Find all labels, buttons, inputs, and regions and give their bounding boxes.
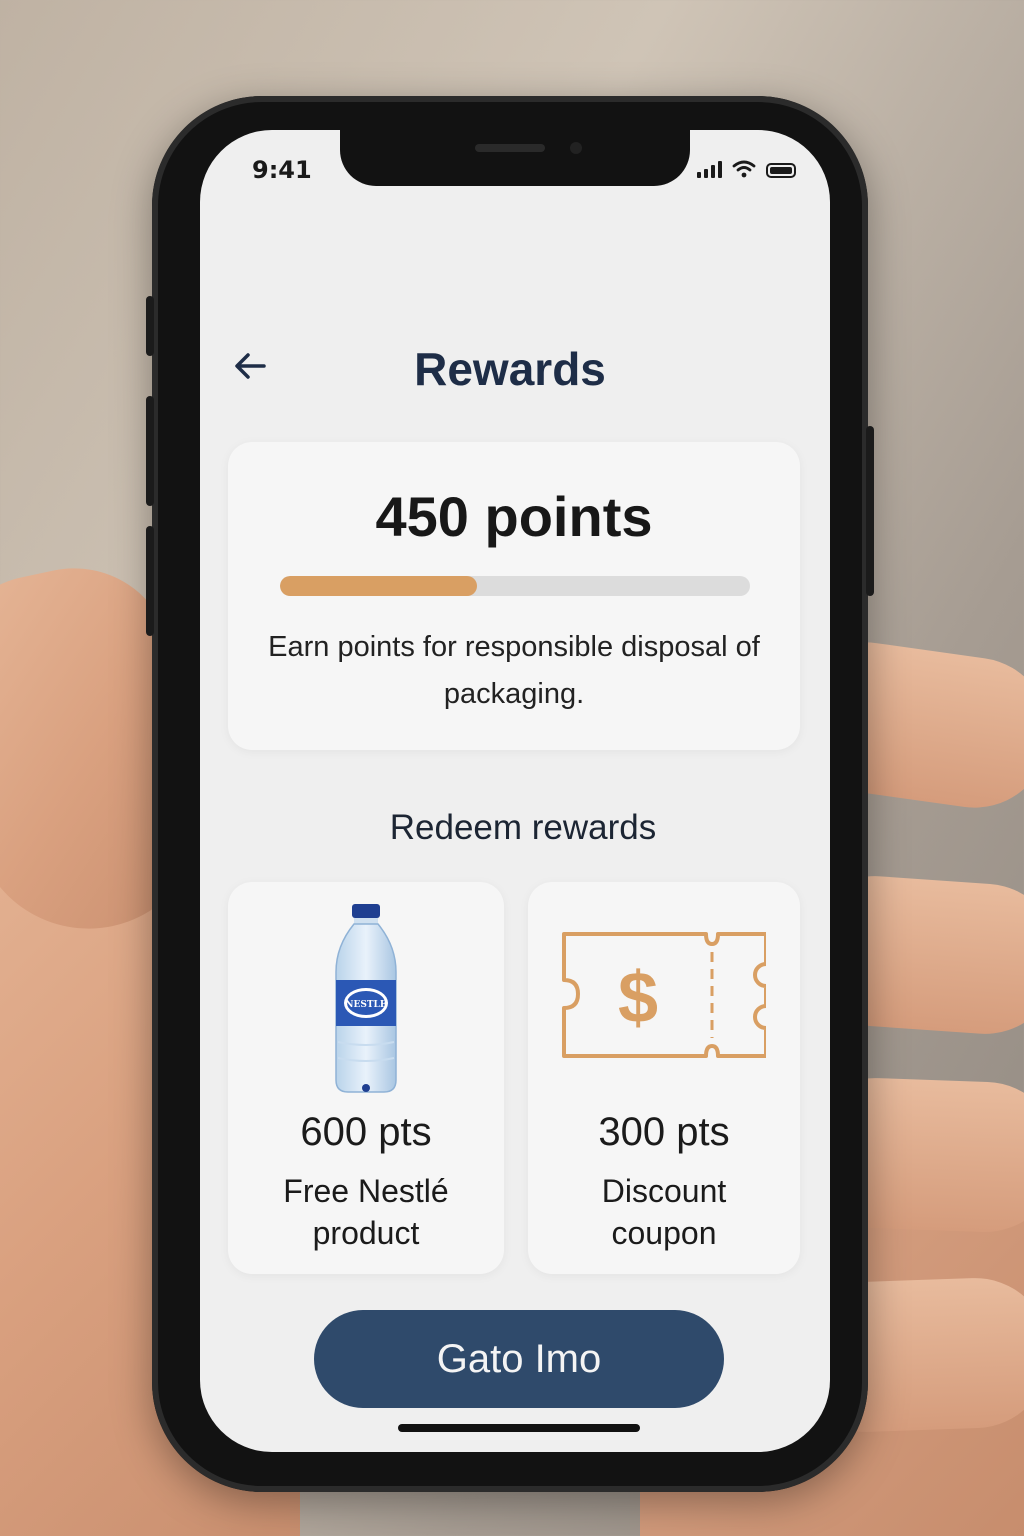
reward-points: 300 pts: [598, 1110, 730, 1154]
notch: [340, 130, 690, 186]
points-progress-fill: [280, 576, 478, 596]
battery-icon: [766, 163, 796, 178]
mute-switch: [146, 296, 154, 356]
volume-up-button: [146, 396, 154, 506]
phone-frame: 9:41 Rewards 450 points Earn points for …: [146, 96, 874, 1492]
wifi-icon: [732, 160, 756, 178]
reward-card-free-product[interactable]: NESTLE 600 pts Free Nestlé product: [228, 882, 504, 1274]
page-title: Rewards: [414, 343, 606, 395]
points-progress-bar: [280, 576, 750, 596]
coupon-icon: $: [562, 932, 766, 1058]
primary-action-button[interactable]: Gato Imo: [314, 1310, 724, 1408]
home-indicator[interactable]: [398, 1424, 640, 1432]
app-screen: 9:41 Rewards 450 points Earn points for …: [200, 130, 830, 1452]
signal-icon: [697, 160, 722, 178]
status-time: 9:41: [252, 156, 312, 184]
earpiece-speaker: [475, 144, 545, 152]
power-button: [866, 426, 874, 596]
front-camera: [570, 142, 582, 154]
redeem-section-title: Redeem rewards: [389, 808, 657, 847]
points-description: Earn points for responsible disposal of …: [268, 631, 760, 710]
reward-name: Discount coupon: [601, 1173, 727, 1251]
volume-down-button: [146, 526, 154, 636]
reward-points: 600 pts: [300, 1110, 432, 1154]
status-icons: [697, 160, 796, 178]
reward-name: Free Nestlé product: [283, 1173, 449, 1251]
reward-card-discount-coupon[interactable]: $ 300 pts Discount coupon: [528, 882, 800, 1274]
points-balance: 450 points: [375, 485, 653, 548]
water-bottle-icon: NESTLE: [335, 904, 397, 1093]
points-card: 450 points Earn points for responsible d…: [228, 442, 800, 750]
coupon-symbol: $: [618, 958, 658, 1038]
bottle-label: NESTLE: [345, 1000, 387, 1010]
